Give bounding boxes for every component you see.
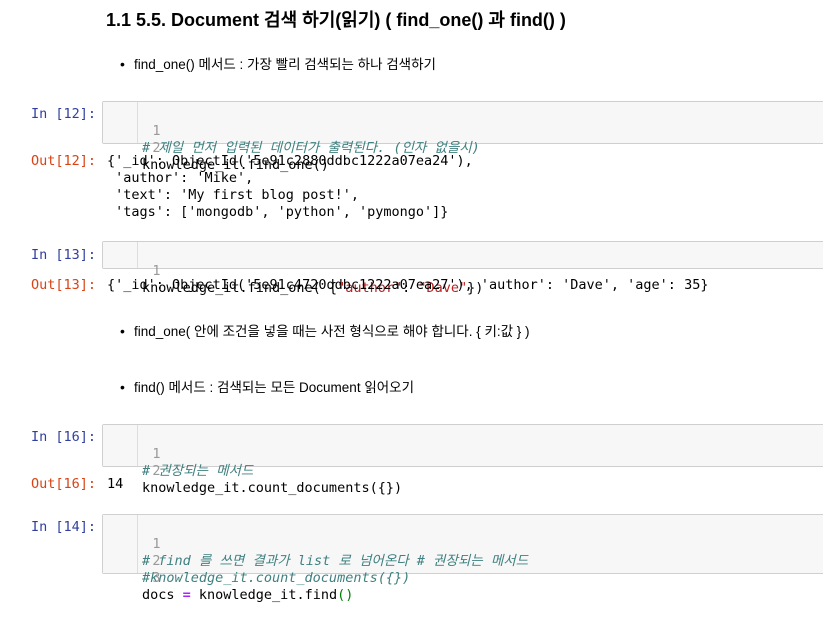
bullet-text: find() 메서드 : 검색되는 모든 Document 읽어오기 <box>134 380 415 395</box>
call-parens: () <box>337 587 354 603</box>
code-line: 1 # 제일 먼저 입력된 데이터가 출력된다. (인자 없을시) <box>103 106 480 156</box>
cell-output: 14 <box>107 476 124 492</box>
code-line: 1 knowledge_it.find_one( {"author": "Dav… <box>103 246 483 296</box>
code-text: knowledge_it.count_documents({}) <box>142 480 403 496</box>
code-line: 2 knowledge_it.count_documents({}) <box>103 446 402 496</box>
line-number: 3 <box>152 570 161 586</box>
output-line: {'_id': ObjectId('5e91c2880ddbc1222a07ea… <box>107 153 473 169</box>
code-comment: #knowledge_it.count_documents({}) <box>142 570 411 586</box>
markdown-bullet-find: • find() 메서드 : 검색되는 모든 Document 읽어오기 <box>120 376 414 396</box>
bullet-dot: • <box>120 56 125 72</box>
code-cell[interactable]: 1 # 권장되는 메서드 2 knowledge_it.count_docume… <box>102 424 823 496</box>
code-token: docs <box>142 587 183 603</box>
bullet-text: find_one( 안에 조건을 넣을 때는 사전 형식으로 해야 합니다. {… <box>134 324 530 339</box>
output-line: 'tags': ['mongodb', 'python', 'pymongo']… <box>107 204 449 220</box>
cell-output: {'_id': ObjectId('5e91c2880ddbc1222a07ea… <box>107 153 473 221</box>
output-line: 'text': 'My first blog post!', <box>107 187 359 203</box>
assign-operator: = <box>182 587 191 603</box>
code-cell[interactable]: 1 # 제일 먼저 입력된 데이터가 출력된다. (인자 없을시) 2 know… <box>102 101 823 173</box>
bullet-dot: • <box>120 323 125 339</box>
line-number: 2 <box>152 463 161 479</box>
code-line: 3 docs = knowledge_it.find() <box>103 553 353 603</box>
section-heading: 1.1 5.5. Document 검색 하기(읽기) ( find_one()… <box>106 10 566 30</box>
code-token: knowledge_it.find <box>190 587 338 603</box>
bullet-text: find_one() 메서드 : 가장 빨리 검색되는 하나 검색하기 <box>134 57 436 72</box>
input-prompt: In [14]: <box>30 519 96 535</box>
input-prompt: In [16]: <box>30 429 96 445</box>
output-prompt: Out[16]: <box>30 476 96 492</box>
code-line: 1 # find 를 쓰면 결과가 list 로 넘어온다 # 권장되는 메서드 <box>103 519 528 569</box>
code-text: docs = knowledge_it.find() <box>142 587 353 604</box>
input-prompt: In [12]: <box>30 106 96 122</box>
input-prompt: In [13]: <box>30 247 96 263</box>
code-cell[interactable]: 1 knowledge_it.find_one( {"author": "Dav… <box>102 241 823 296</box>
cell-output: {'_id': ObjectId('5e91c4720ddbc1222a07ea… <box>107 277 709 293</box>
bullet-dot: • <box>120 379 125 395</box>
code-line: 2 #knowledge_it.count_documents({}) <box>103 536 410 586</box>
code-line: 2 knowledge_it.find_one() <box>103 123 329 173</box>
output-prompt: Out[12]: <box>30 153 96 169</box>
code-cell[interactable]: 1 # find 를 쓰면 결과가 list 로 넘어온다 # 권장되는 메서드… <box>102 514 823 603</box>
markdown-bullet-find-one-condition: • find_one( 안에 조건을 넣을 때는 사전 형식으로 해야 합니다. … <box>120 320 530 340</box>
markdown-bullet-find-one: • find_one() 메서드 : 가장 빨리 검색되는 하나 검색하기 <box>120 53 436 73</box>
code-comment: # find 를 쓰면 결과가 list 로 넘어온다 # 권장되는 메서드 <box>142 553 529 569</box>
output-prompt: Out[13]: <box>30 277 96 293</box>
output-line: 'author': 'Mike', <box>107 170 254 186</box>
code-line: 1 # 권장되는 메서드 <box>103 429 253 479</box>
